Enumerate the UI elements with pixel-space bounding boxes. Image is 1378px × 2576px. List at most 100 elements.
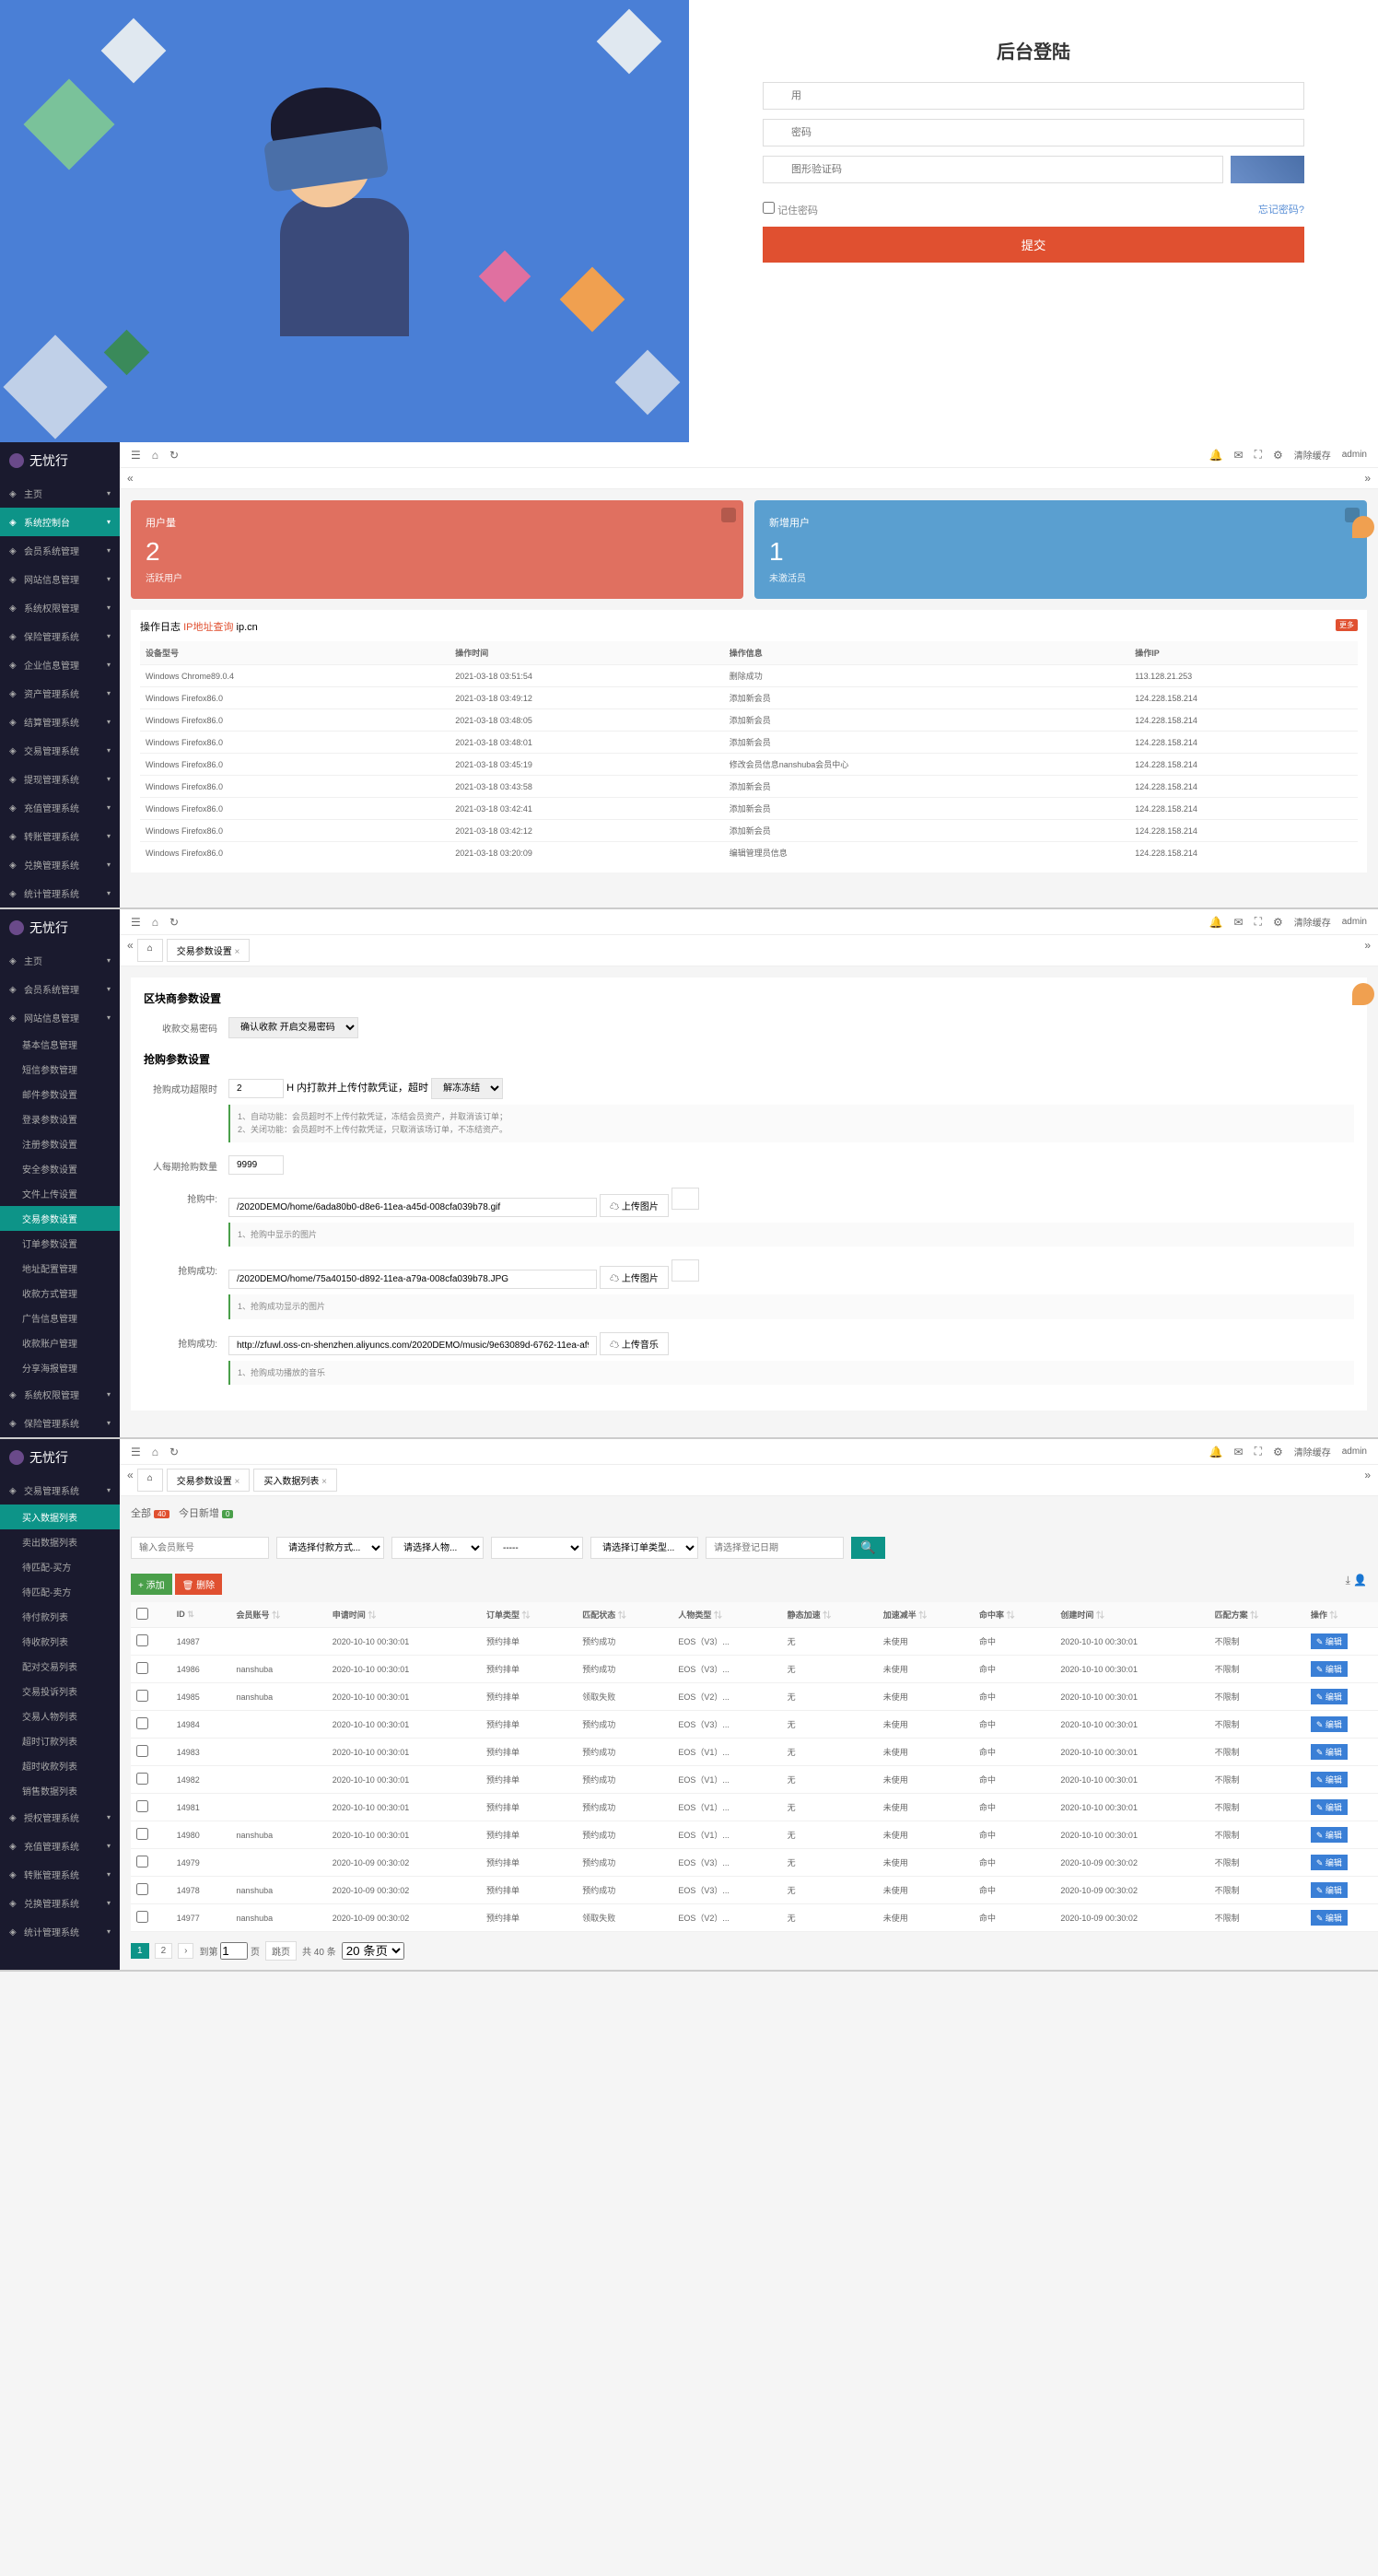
tab-next-icon[interactable]: »	[1364, 472, 1371, 485]
sidebar-sub-item[interactable]: 买入数据列表	[0, 1505, 120, 1529]
menu-icon[interactable]: ☰	[131, 916, 141, 929]
filter-order[interactable]: 请选择订单类型...	[590, 1537, 698, 1559]
sidebar-item[interactable]: ◈结算管理系统▾	[0, 708, 120, 736]
settings-icon[interactable]: ⚙	[1273, 916, 1283, 929]
sidebar-item[interactable]: ◈授权管理系统▾	[0, 1803, 120, 1832]
page-1[interactable]: 1	[131, 1943, 149, 1959]
bell-icon[interactable]: 🔔	[1209, 916, 1223, 929]
page-next[interactable]: ›	[178, 1943, 193, 1959]
sidebar-sub-item[interactable]: 交易投诉列表	[0, 1679, 120, 1704]
filter-today[interactable]: 今日新增 0	[179, 1505, 234, 1520]
sidebar-sub-item[interactable]: 交易参数设置	[0, 1206, 120, 1231]
sidebar-item[interactable]: ◈兑换管理系统▾	[0, 850, 120, 879]
sidebar-item[interactable]: ◈交易管理系统▾	[0, 736, 120, 765]
page-jump-button[interactable]: 跳页	[265, 1941, 297, 1961]
sidebar-sub-item[interactable]: 待付款列表	[0, 1604, 120, 1629]
sidebar-item[interactable]: ◈系统权限管理▾	[0, 1380, 120, 1409]
sidebar-item[interactable]: ◈提现管理系统▾	[0, 765, 120, 793]
sidebar-item[interactable]: ◈会员系统管理▾	[0, 536, 120, 565]
sidebar-item[interactable]: ◈交易管理系统▾	[0, 1476, 120, 1505]
sidebar-sub-item[interactable]: 待匹配-买方	[0, 1554, 120, 1579]
delete-button[interactable]: 🗑 删除	[175, 1574, 222, 1595]
sidebar-sub-item[interactable]: 分享海报管理	[0, 1355, 120, 1380]
filter-paytype[interactable]: 请选择付款方式...	[276, 1537, 384, 1559]
sidebar-sub-item[interactable]: 基本信息管理	[0, 1032, 120, 1057]
fullscreen-icon[interactable]: ⛶	[1255, 448, 1262, 462]
export-icon[interactable]: ⤓	[1346, 1574, 1350, 1587]
edit-button[interactable]: ✎ 编辑	[1311, 1633, 1348, 1649]
menu-icon[interactable]: ☰	[131, 1446, 141, 1458]
filter-match[interactable]: -----	[491, 1537, 583, 1559]
filter-all[interactable]: 全部 40	[131, 1505, 169, 1520]
sidebar-sub-item[interactable]: 收款方式管理	[0, 1281, 120, 1306]
settings-icon[interactable]: ⚙	[1273, 449, 1283, 462]
tab-prev-icon[interactable]: «	[127, 472, 134, 485]
sidebar-item[interactable]: ◈网站信息管理▾	[0, 1003, 120, 1032]
sidebar-sub-item[interactable]: 待匹配-卖方	[0, 1579, 120, 1604]
edit-button[interactable]: ✎ 编辑	[1311, 1689, 1348, 1704]
edit-button[interactable]: ✎ 编辑	[1311, 1744, 1348, 1760]
sidebar-item[interactable]: ◈主页▾	[0, 479, 120, 508]
sidebar-item[interactable]: ◈保险管理系统▾	[0, 622, 120, 650]
search-button[interactable]: 🔍	[851, 1537, 885, 1559]
audio-input[interactable]	[228, 1336, 597, 1355]
sidebar-item[interactable]: ◈会员系统管理▾	[0, 975, 120, 1003]
sidebar-item[interactable]: ◈兑换管理系统▾	[0, 1889, 120, 1917]
upload-img2-button[interactable]: ☁ 上传图片	[600, 1266, 669, 1289]
message-icon[interactable]: ✉	[1234, 916, 1244, 929]
sidebar-item[interactable]: ◈统计管理系统▾	[0, 879, 120, 907]
new-users-card[interactable]: 新增用户 1 未激活员	[754, 500, 1367, 599]
sidebar-sub-item[interactable]: 配对交易列表	[0, 1654, 120, 1679]
page-2[interactable]: 2	[155, 1943, 173, 1959]
refresh-icon[interactable]: ↻	[169, 449, 179, 462]
ip-lookup-link[interactable]: IP地址查询	[183, 622, 233, 633]
sidebar-item[interactable]: ◈保险管理系统▾	[0, 1409, 120, 1437]
sidebar-sub-item[interactable]: 超时收款列表	[0, 1753, 120, 1778]
edit-button[interactable]: ✎ 编辑	[1311, 1661, 1348, 1677]
filter-member[interactable]	[131, 1537, 269, 1559]
sidebar-item[interactable]: ◈系统控制台▾	[0, 508, 120, 536]
sidebar-item[interactable]: ◈资产管理系统▾	[0, 679, 120, 708]
clear-cache-link[interactable]: 清除缓存	[1294, 448, 1331, 462]
per-page-select[interactable]: 20 条页	[342, 1942, 404, 1960]
edit-button[interactable]: ✎ 编辑	[1311, 1799, 1348, 1815]
refresh-icon[interactable]: ↻	[169, 1446, 179, 1458]
timeout-input[interactable]	[228, 1079, 284, 1098]
img1-input[interactable]	[228, 1198, 597, 1217]
refresh-icon[interactable]: ↻	[169, 916, 179, 929]
sidebar-sub-item[interactable]: 销售数据列表	[0, 1778, 120, 1803]
sidebar-sub-item[interactable]: 短信参数管理	[0, 1057, 120, 1082]
pwd-select[interactable]: 确认收款 开启交易密码	[228, 1017, 358, 1038]
img2-input[interactable]	[228, 1270, 597, 1289]
password-input[interactable]	[763, 119, 1304, 146]
sidebar-item[interactable]: ◈转账管理系统▾	[0, 822, 120, 850]
home-icon[interactable]: ⌂	[152, 916, 158, 929]
sidebar-sub-item[interactable]: 广告信息管理	[0, 1306, 120, 1330]
edit-button[interactable]: ✎ 编辑	[1311, 1827, 1348, 1843]
edit-button[interactable]: ✎ 编辑	[1311, 1716, 1348, 1732]
users-card[interactable]: 用户量 2 活跃用户	[131, 500, 743, 599]
tab-settings[interactable]: 交易参数设置	[167, 939, 251, 962]
remember-checkbox[interactable]: 记住密码	[763, 202, 818, 217]
sidebar-item[interactable]: ◈充值管理系统▾	[0, 793, 120, 822]
sidebar-sub-item[interactable]: 安全参数设置	[0, 1156, 120, 1181]
sidebar-item[interactable]: ◈充值管理系统▾	[0, 1832, 120, 1860]
captcha-image[interactable]	[1231, 156, 1304, 183]
login-submit-button[interactable]: 提交	[763, 227, 1304, 263]
page-jump-input[interactable]	[220, 1942, 248, 1960]
captcha-input[interactable]	[763, 156, 1223, 183]
forgot-link[interactable]: 忘记密码?	[1258, 202, 1304, 217]
sidebar-sub-item[interactable]: 超时订款列表	[0, 1728, 120, 1753]
sidebar-item[interactable]: ◈转账管理系统▾	[0, 1860, 120, 1889]
sidebar-sub-item[interactable]: 收款账户管理	[0, 1330, 120, 1355]
edit-button[interactable]: ✎ 编辑	[1311, 1910, 1348, 1926]
edit-button[interactable]: ✎ 编辑	[1311, 1772, 1348, 1787]
sidebar-sub-item[interactable]: 地址配置管理	[0, 1256, 120, 1281]
filter-date[interactable]	[706, 1537, 844, 1559]
tab-settings[interactable]: 交易参数设置	[167, 1469, 251, 1492]
admin-user[interactable]: admin	[1342, 450, 1367, 460]
sidebar-item[interactable]: ◈系统权限管理▾	[0, 593, 120, 622]
sidebar-sub-item[interactable]: 待收款列表	[0, 1629, 120, 1654]
sidebar-sub-item[interactable]: 登录参数设置	[0, 1107, 120, 1131]
limit-input[interactable]	[228, 1155, 284, 1175]
